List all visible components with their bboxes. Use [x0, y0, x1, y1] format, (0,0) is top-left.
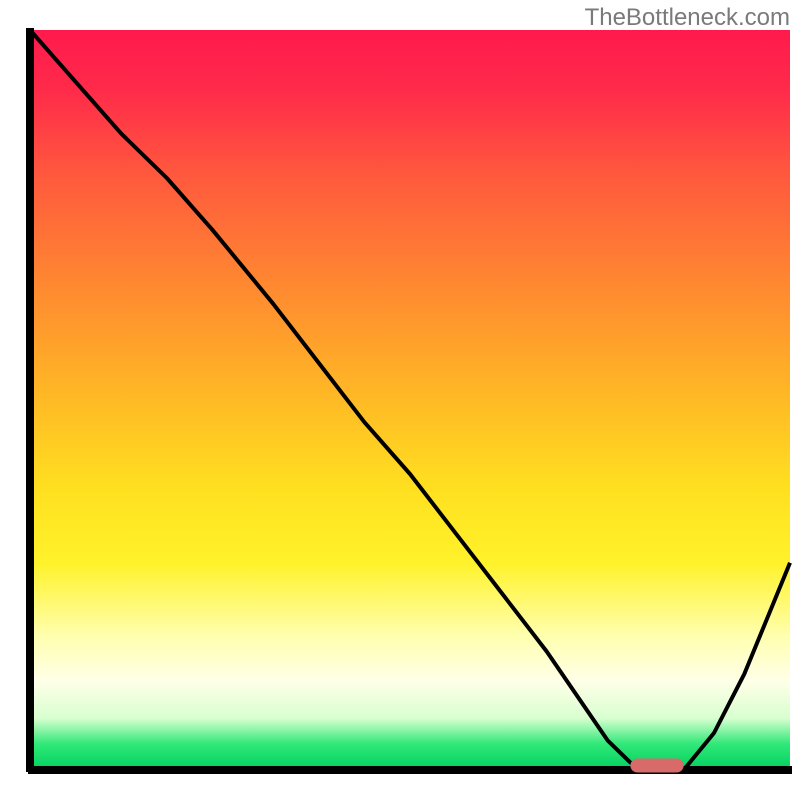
plot-background [30, 30, 790, 770]
optimal-range-marker [630, 759, 683, 773]
watermark-text: TheBottleneck.com [585, 4, 790, 32]
bottleneck-chart: TheBottleneck.com [0, 0, 800, 800]
chart-svg [0, 0, 800, 800]
